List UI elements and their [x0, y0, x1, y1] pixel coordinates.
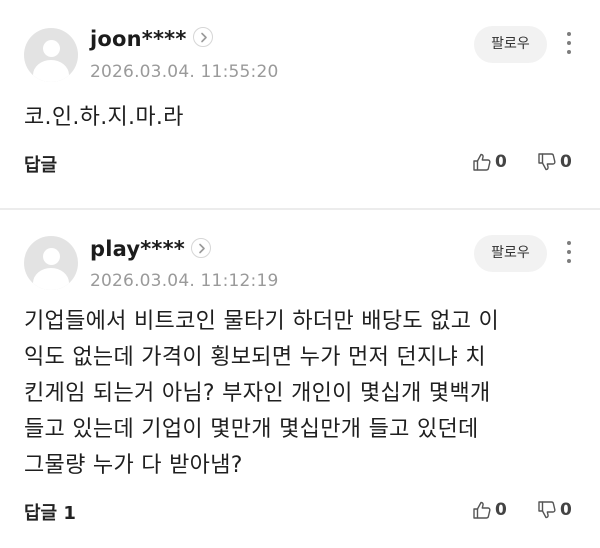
more-vertical-icon[interactable]: [562, 29, 576, 59]
chevron-right-icon[interactable]: [193, 27, 213, 47]
like-button[interactable]: 0: [471, 149, 507, 175]
username[interactable]: joon****: [90, 27, 187, 51]
comment-item: play**** 2026.03.04. 11:12:19 팔로우 기업들에서 …: [0, 210, 600, 548]
username[interactable]: play****: [90, 237, 185, 261]
comment-line: 그물량 누가 다 받아냄?: [24, 453, 243, 478]
timestamp: 2026.03.04. 11:12:19: [90, 271, 279, 291]
avatar-icon[interactable]: [24, 28, 78, 82]
more-vertical-icon[interactable]: [562, 238, 576, 268]
dislike-count: 0: [560, 152, 572, 172]
avatar-shoulders: [33, 268, 69, 290]
reply-button[interactable]: 답글 1: [24, 499, 76, 525]
dislike-button[interactable]: 0: [536, 149, 572, 175]
thumbs-down-icon: [538, 153, 556, 171]
comment-line: 익도 없는데 가격이 횡보되면 누가 먼저 던지냐 치: [24, 345, 486, 370]
avatar-shoulders: [33, 60, 69, 82]
comment-line: 코.인.하.지.마.라: [24, 105, 184, 130]
avatar-icon[interactable]: [24, 236, 78, 290]
timestamp: 2026.03.04. 11:55:20: [90, 62, 279, 82]
follow-button[interactable]: 팔로우: [474, 26, 547, 63]
comment-line: 기업들에서 비트코인 물타기 하더만 배당도 없고 이: [24, 309, 500, 334]
comment-line: 들고 있는데 기업이 몇만개 몇십만개 들고 있던데: [24, 417, 479, 442]
dislike-count: 0: [560, 500, 572, 520]
chevron-right-icon[interactable]: [191, 238, 211, 258]
comment-line: 킨게임 되는거 아님? 부자인 개인이 몇십개 몇백개: [24, 381, 491, 406]
comment-text: 기업들에서 비트코인 물타기 하더만 배당도 없고 이 익도 없는데 가격이 횡…: [24, 304, 579, 484]
like-count: 0: [495, 152, 507, 172]
reply-button[interactable]: 답글: [24, 151, 57, 177]
thumbs-down-icon: [538, 501, 556, 519]
like-count: 0: [495, 500, 507, 520]
comment-text: 코.인.하.지.마.라: [24, 100, 579, 136]
dislike-button[interactable]: 0: [536, 497, 572, 523]
avatar-head: [43, 40, 60, 57]
comment-item: joon**** 2026.03.04. 11:55:20 팔로우 코.인.하.…: [0, 0, 600, 208]
follow-button[interactable]: 팔로우: [474, 235, 547, 272]
like-button[interactable]: 0: [471, 497, 507, 523]
thumbs-up-icon: [473, 153, 491, 171]
thumbs-up-icon: [473, 501, 491, 519]
avatar-head: [43, 248, 60, 265]
